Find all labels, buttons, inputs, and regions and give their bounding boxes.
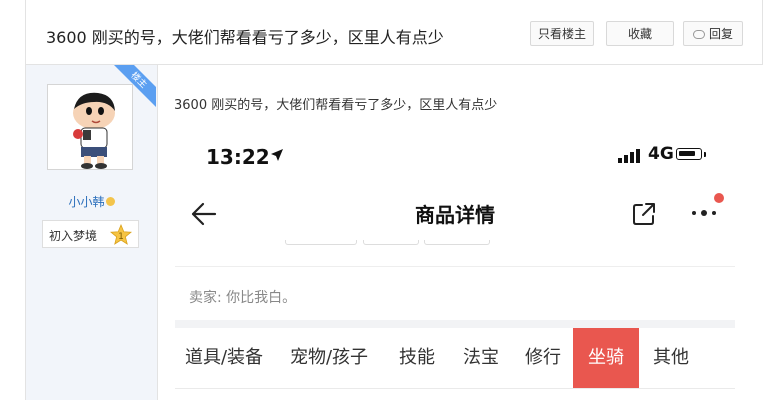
thread-title: 3600 刚买的号，大佬们帮看看亏了多少，区里人有点少 <box>46 28 444 47</box>
image-thumbnail <box>363 240 419 245</box>
reply-label: 回复 <box>708 27 733 41</box>
image-thumbnail <box>424 240 490 245</box>
author-name-text: 小小韩 <box>68 195 105 209</box>
location-arrow-icon <box>271 149 283 161</box>
post-screenshot: 13:22 4G 商品详情 卖家: 你比我白。 道具/装备 宠物/孩子 技能 法… <box>175 122 735 400</box>
image-thumbnail <box>285 240 357 245</box>
tab-other[interactable]: 其他 <box>639 328 703 388</box>
reply-icon <box>692 30 705 39</box>
reply-button[interactable]: 回复 <box>683 21 743 46</box>
battery-icon <box>676 148 702 160</box>
post-text: 3600 刚买的号，大佬们帮看看亏了多少，区里人有点少 <box>174 98 498 113</box>
tab-pets-children[interactable]: 宠物/孩子 <box>273 328 385 388</box>
status-time: 13:22 <box>206 145 270 169</box>
star-icon: 1 <box>110 224 132 245</box>
network-type: 4G <box>648 144 674 164</box>
divider <box>175 266 735 267</box>
rank-label: 初入梦境 <box>49 229 98 243</box>
category-tabs: 道具/装备 宠物/孩子 技能 法宝 修行 坐骑 其他 <box>175 328 735 388</box>
battery-tip <box>704 152 706 157</box>
favorite-button[interactable]: 收藏 <box>606 21 674 46</box>
seller-line: 卖家: 你比我白。 <box>189 290 297 306</box>
coin-icon <box>105 197 115 206</box>
op-ribbon: 楼主 <box>114 65 156 107</box>
more-icon[interactable] <box>688 192 728 222</box>
rank-number: 1 <box>118 232 124 242</box>
author-name[interactable]: 小小韩 <box>26 193 157 210</box>
rank-badge: 初入梦境 1 <box>42 220 139 248</box>
tab-cultivation[interactable]: 修行 <box>513 328 573 388</box>
only-op-button[interactable]: 只看楼主 <box>530 21 594 46</box>
share-icon[interactable] <box>631 201 657 227</box>
tab-mounts[interactable]: 坐骑 <box>573 328 639 388</box>
tab-treasures[interactable]: 法宝 <box>449 328 513 388</box>
thread-header: 3600 刚买的号，大佬们帮看看亏了多少，区里人有点少 只看楼主 收藏 回复 <box>25 0 763 65</box>
tab-skills[interactable]: 技能 <box>385 328 449 388</box>
tab-items-equipment[interactable]: 道具/装备 <box>175 328 273 388</box>
signal-icon <box>618 149 640 163</box>
section-gap <box>175 320 735 328</box>
divider <box>175 388 735 389</box>
